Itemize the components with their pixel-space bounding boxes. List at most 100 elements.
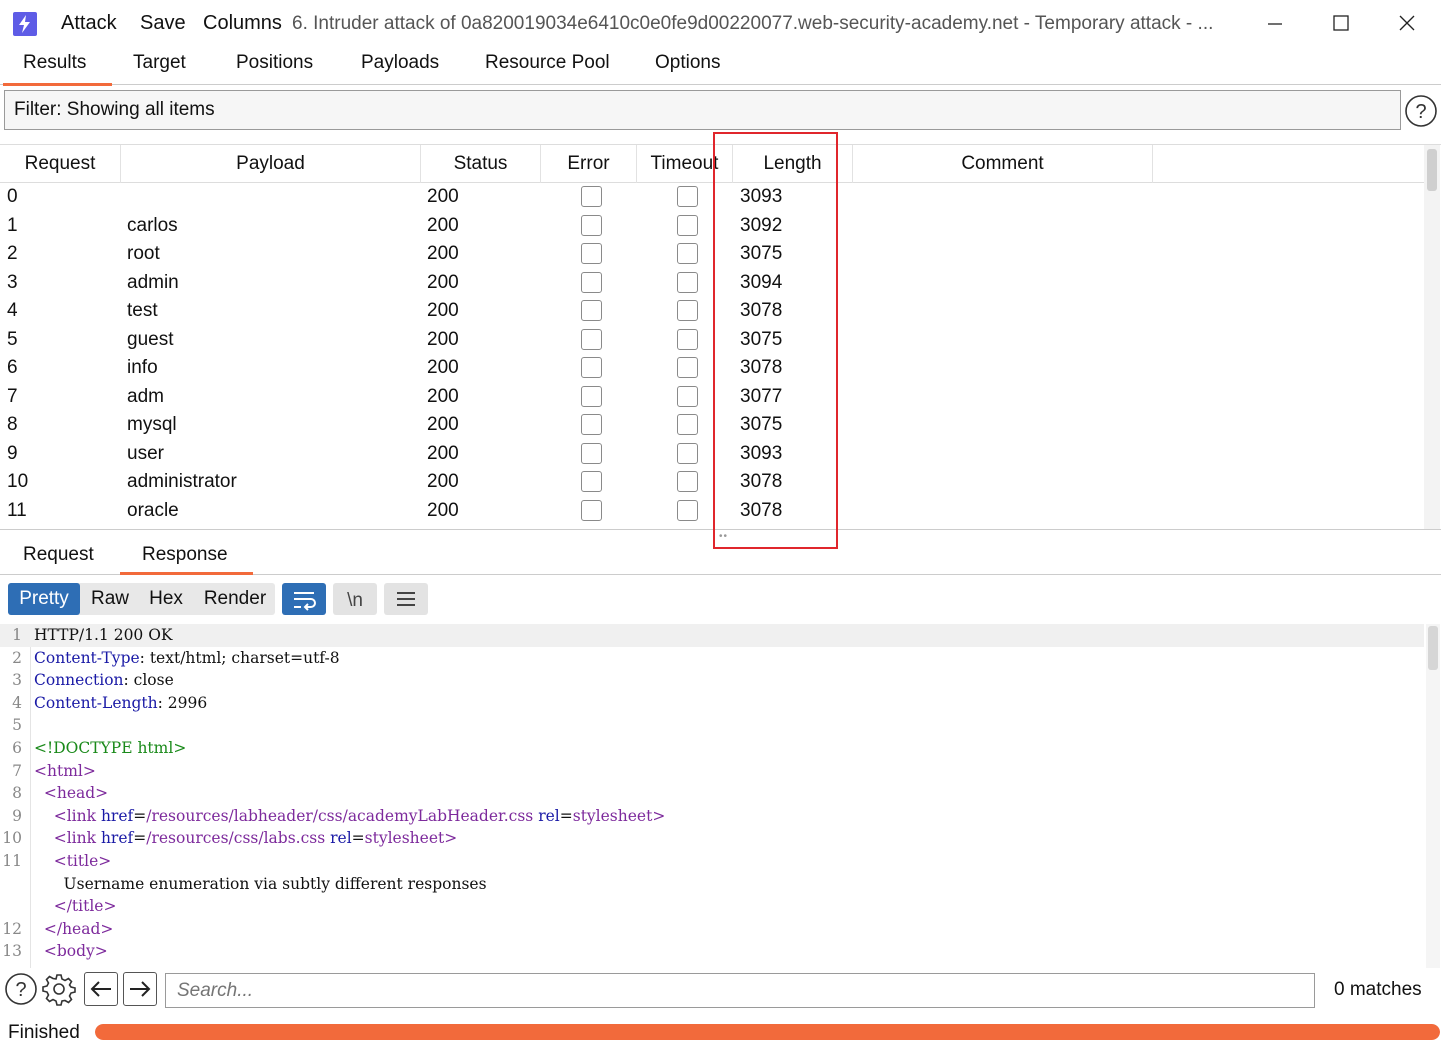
table-row[interactable]: 0 200 3093 bbox=[0, 183, 1424, 212]
error-checkbox bbox=[581, 385, 602, 407]
arrow-left-icon bbox=[90, 981, 111, 997]
table-row[interactable]: 10 administrator 200 3078 bbox=[0, 468, 1424, 497]
svg-text:\n: \n bbox=[347, 590, 363, 611]
maximize-button[interactable] bbox=[1318, 8, 1364, 40]
tab-results[interactable]: Results bbox=[2, 52, 113, 86]
table-scrollbar[interactable] bbox=[1424, 145, 1440, 529]
cell-status: 200 bbox=[427, 328, 459, 350]
tab-response[interactable]: Response bbox=[120, 544, 252, 575]
table-row[interactable]: 4 test 200 3078 bbox=[0, 297, 1424, 326]
view-hex-button[interactable]: Hex bbox=[139, 583, 193, 615]
line-text: Content-Type: text/html; charset=utf-8 bbox=[34, 648, 340, 667]
column-header-status[interactable]: Status bbox=[421, 145, 541, 183]
column-header-payload[interactable]: Payload bbox=[121, 145, 421, 183]
line-number: 7 bbox=[12, 761, 22, 780]
line-text: </head> bbox=[43, 919, 114, 938]
cell-request: 2 bbox=[7, 243, 18, 264]
tab-target[interactable]: Target bbox=[133, 52, 186, 84]
line-number: 12 bbox=[2, 919, 22, 938]
table-row[interactable]: 1 carlos 200 3092 bbox=[0, 212, 1424, 241]
table-row[interactable]: 9 user 200 3093 bbox=[0, 440, 1424, 469]
view-raw-button[interactable]: Raw bbox=[84, 583, 136, 615]
cell-length: 3077 bbox=[740, 385, 783, 407]
column-header-timeout[interactable]: Timeout bbox=[637, 145, 733, 183]
table-scrollbar-thumb[interactable] bbox=[1427, 149, 1437, 191]
code-line: </title> bbox=[0, 895, 1424, 918]
line-number: 8 bbox=[12, 784, 22, 803]
tab-positions[interactable]: Positions bbox=[236, 52, 313, 84]
wrap-lines-button[interactable] bbox=[282, 583, 326, 615]
code-line: 8 <head> bbox=[0, 782, 1424, 805]
line-number: 5 bbox=[12, 716, 22, 735]
search-settings-button[interactable] bbox=[42, 972, 76, 1006]
intruder-tab-bar: Results Target Positions Payloads Resour… bbox=[0, 48, 1441, 86]
cell-request: 5 bbox=[7, 328, 18, 350]
cell-length: 3075 bbox=[740, 243, 783, 264]
table-row[interactable]: 11 oracle 200 3078 bbox=[0, 497, 1424, 526]
editor-scrollbar[interactable] bbox=[1426, 624, 1440, 968]
table-row[interactable]: 2 root 200 3075 bbox=[0, 240, 1424, 269]
view-render-button[interactable]: Render bbox=[196, 583, 274, 615]
code-line: 5 bbox=[0, 714, 1424, 737]
close-button[interactable] bbox=[1384, 8, 1430, 40]
column-header-error[interactable]: Error bbox=[541, 145, 637, 183]
editor-scrollbar-thumb[interactable] bbox=[1428, 626, 1438, 670]
code-line: 4 Content-Length: 2996 bbox=[0, 692, 1424, 715]
cell-payload: guest bbox=[127, 328, 174, 350]
menu-columns[interactable]: Columns bbox=[203, 12, 282, 35]
view-pretty-button[interactable]: Pretty bbox=[8, 583, 80, 615]
line-number: 4 bbox=[12, 693, 22, 712]
menu-save[interactable]: Save bbox=[140, 12, 186, 35]
code-line: 2 Content-Type: text/html; charset=utf-8 bbox=[0, 647, 1424, 670]
table-row[interactable]: 5 guest 200 3075 bbox=[0, 326, 1424, 355]
cell-request: 4 bbox=[7, 300, 18, 321]
title-bar: Attack Save Columns 6. Intruder attack o… bbox=[0, 0, 1441, 48]
cell-request: 0 bbox=[7, 186, 18, 207]
cell-length: 3078 bbox=[740, 357, 783, 378]
search-help-button[interactable]: ? bbox=[4, 972, 38, 1006]
cell-status: 200 bbox=[427, 243, 459, 264]
cell-payload: admin bbox=[127, 271, 179, 293]
code-line: 10 <link href=/resources/css/labs.css re… bbox=[0, 827, 1424, 850]
column-header-request[interactable]: Request bbox=[0, 145, 121, 183]
response-editor[interactable]: 1 HTTP/1.1 200 OK 2 Content-Type: text/html… bbox=[0, 624, 1441, 968]
cell-payload: carlos bbox=[127, 214, 178, 236]
help-button[interactable]: ? bbox=[1404, 94, 1438, 128]
cell-status: 200 bbox=[427, 499, 459, 521]
menu-icon bbox=[397, 592, 415, 606]
line-text: <link href=/resources/css/labs.css rel=s… bbox=[53, 829, 458, 848]
tab-options[interactable]: Options bbox=[655, 52, 720, 84]
line-text: <head> bbox=[43, 784, 109, 803]
attack-status: Finished bbox=[8, 1022, 80, 1043]
line-number: 6 bbox=[12, 739, 22, 757]
timeout-checkbox bbox=[677, 328, 698, 350]
cell-status: 200 bbox=[427, 186, 459, 207]
attack-progress-fill bbox=[95, 1024, 1440, 1040]
tab-resource-pool[interactable]: Resource Pool bbox=[485, 52, 610, 84]
cell-length: 3093 bbox=[740, 186, 783, 207]
column-header-comment[interactable]: Comment bbox=[853, 145, 1153, 183]
error-checkbox bbox=[581, 271, 602, 293]
error-checkbox bbox=[581, 442, 602, 464]
tab-payloads[interactable]: Payloads bbox=[361, 52, 439, 84]
cell-status: 200 bbox=[427, 442, 459, 464]
table-row[interactable]: 7 adm 200 3077 bbox=[0, 383, 1424, 412]
table-row[interactable]: 6 info 200 3078 bbox=[0, 354, 1424, 383]
cell-length: 3078 bbox=[740, 471, 783, 492]
column-header-length[interactable]: Length bbox=[733, 145, 853, 183]
search-previous-button[interactable] bbox=[84, 972, 118, 1006]
menu-attack[interactable]: Attack bbox=[61, 12, 117, 35]
cell-length: 3093 bbox=[740, 442, 783, 464]
code-line: 12 </head> bbox=[0, 918, 1424, 941]
error-checkbox bbox=[581, 499, 602, 521]
minimize-button[interactable] bbox=[1252, 8, 1298, 40]
results-filter-bar[interactable]: Filter: Showing all items bbox=[4, 90, 1401, 130]
view-toolbar: Pretty Raw Hex Render \n bbox=[0, 580, 1441, 618]
search-input[interactable] bbox=[165, 973, 1315, 1008]
show-newlines-button[interactable]: \n bbox=[333, 583, 377, 615]
editor-menu-button[interactable] bbox=[384, 583, 428, 615]
table-row[interactable]: 3 admin 200 3094 bbox=[0, 269, 1424, 298]
search-next-button[interactable] bbox=[123, 972, 157, 1006]
tab-request[interactable]: Request bbox=[23, 544, 94, 566]
table-row[interactable]: 8 mysql 200 3075 bbox=[0, 411, 1424, 440]
